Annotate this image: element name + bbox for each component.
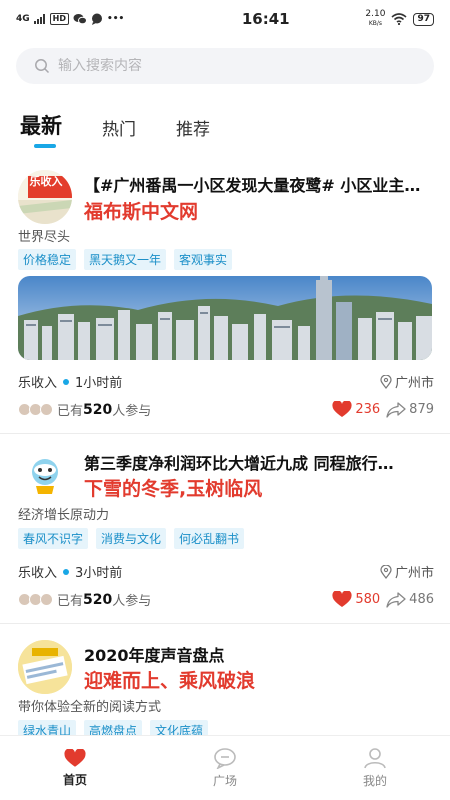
tag-chip[interactable]: 何必乱翻书 xyxy=(174,528,245,549)
post-location: 广州市 xyxy=(380,562,434,581)
tag-chip[interactable]: 春风不识字 xyxy=(18,528,89,549)
net-speed-value: 2.10 xyxy=(365,9,386,19)
wifi-icon xyxy=(391,13,407,25)
participants-prefix: 已有 xyxy=(57,404,84,419)
author-name[interactable]: 乐收入 xyxy=(18,562,57,581)
post-card[interactable]: 乐收入 【#广州番禺一小区发现大量夜鹭# 小区业主称… 福布斯中文网 世界尽头 … xyxy=(0,162,450,434)
location-pin-icon xyxy=(380,564,392,579)
heart-icon xyxy=(64,748,86,767)
post-subtitle: 福布斯中文网 xyxy=(84,201,199,223)
participants-suffix: 人参与 xyxy=(112,404,152,419)
participant-avatars xyxy=(18,403,53,416)
nav-home-label: 首页 xyxy=(62,772,87,787)
tab-bar: 最新 热门 推荐 xyxy=(20,110,250,148)
hd-badge: HD xyxy=(49,13,69,25)
post-avatar xyxy=(18,448,72,502)
avatar-image xyxy=(18,448,72,502)
avatar-image xyxy=(18,640,72,694)
post-meta: 乐收入 1小时前 广州市 xyxy=(18,372,434,391)
post-title[interactable]: 【#广州番禺一小区发现大量夜鹭# 小区业主称… xyxy=(84,172,436,196)
tab-recommend[interactable]: 推荐 xyxy=(176,115,210,140)
participant-avatars xyxy=(18,593,53,606)
post-title[interactable]: 2020年度声音盘点 xyxy=(84,642,436,666)
tab-hot[interactable]: 热门 xyxy=(102,115,136,140)
search-icon xyxy=(35,59,50,74)
heart-icon xyxy=(332,401,352,417)
participation-row: 已有 520 人参与 236 879 xyxy=(18,400,434,419)
signal-label: 4G xyxy=(16,14,30,24)
chat-bubble-icon xyxy=(214,748,236,769)
nav-home[interactable]: 首页 xyxy=(0,736,150,800)
tag-chip[interactable]: 价格稳定 xyxy=(18,249,77,270)
share-arrow-icon xyxy=(386,401,406,418)
nav-profile-label: 我的 xyxy=(362,774,387,788)
more-dots: ••• xyxy=(107,14,125,24)
post-stats: 236 879 xyxy=(332,401,434,418)
post-desc: 世界尽头 xyxy=(18,230,71,245)
city-skyline-image xyxy=(18,276,432,360)
post-time: 3小时前 xyxy=(75,566,123,581)
tag-list: 价格稳定 黑天鹅又一年 客观事实 xyxy=(18,249,233,270)
post-photo[interactable] xyxy=(18,276,432,360)
like-count: 236 xyxy=(355,402,381,417)
status-bar: 4G HD ••• 16:41 2.10 KB/s 97 xyxy=(0,0,450,38)
like-button[interactable]: 580 xyxy=(332,591,380,608)
post-subtitle: 迎难而上、乘风破浪 xyxy=(84,670,256,692)
share-button[interactable]: 879 xyxy=(386,401,434,418)
post-desc: 带你体验全新的阅读方式 xyxy=(18,700,162,715)
share-arrow-icon xyxy=(386,591,406,608)
participation-row: 已有 520 人参与 580 486 xyxy=(18,590,434,609)
tab-latest[interactable]: 最新 xyxy=(20,110,62,140)
like-count: 580 xyxy=(355,592,381,607)
post-feed: 乐收入 【#广州番禺一小区发现大量夜鹭# 小区业主称… 福布斯中文网 世界尽头 … xyxy=(0,162,450,774)
share-count: 879 xyxy=(409,402,434,417)
location-text: 广州市 xyxy=(394,376,434,391)
location-text: 广州市 xyxy=(394,566,434,581)
separator-dot xyxy=(63,378,70,385)
share-count: 486 xyxy=(409,592,434,607)
post-meta: 乐收入 3小时前 广州市 xyxy=(18,562,434,581)
author-name[interactable]: 乐收入 xyxy=(18,372,57,391)
post-location: 广州市 xyxy=(380,372,434,391)
post-avatar: 乐收入 xyxy=(18,170,72,224)
post-desc: 经济增长原动力 xyxy=(18,508,110,523)
net-speed-unit: KB/s xyxy=(368,20,383,27)
post-stats: 580 486 xyxy=(332,591,434,608)
tag-chip[interactable]: 黑天鹅又一年 xyxy=(84,249,167,270)
wechat-icon xyxy=(73,14,87,25)
participants-suffix: 人参与 xyxy=(112,594,152,609)
active-tab-indicator xyxy=(34,144,56,148)
battery-icon: 97 xyxy=(413,12,434,26)
net-speed: 2.10 KB/s xyxy=(365,10,385,28)
post-avatar xyxy=(18,640,72,694)
signal-icon xyxy=(33,14,45,24)
separator-dot xyxy=(63,568,70,575)
message-icon xyxy=(92,13,102,25)
post-subtitle: 下雪的冬季,玉树临风 xyxy=(84,478,263,500)
avatar-badge-text: 乐收入 xyxy=(29,175,63,188)
participants-count: 520 xyxy=(83,401,113,418)
search-bar[interactable] xyxy=(16,48,434,84)
participants-count: 520 xyxy=(83,591,113,608)
post-time: 1小时前 xyxy=(75,376,123,391)
tag-chip[interactable]: 客观事实 xyxy=(174,249,233,270)
participants-prefix: 已有 xyxy=(57,594,84,609)
tag-list: 春风不识字 消费与文化 何必乱翻书 xyxy=(18,528,245,549)
status-right: 2.10 KB/s 97 xyxy=(365,10,434,28)
status-left: 4G HD ••• xyxy=(16,13,186,25)
nav-profile[interactable]: 我的 xyxy=(300,736,450,800)
bottom-nav: 首页 广场 我的 xyxy=(0,735,450,800)
user-icon xyxy=(364,748,386,769)
like-button[interactable]: 236 xyxy=(332,401,380,418)
post-card[interactable]: 第三季度净利润环比大增近九成 同程旅行… 下雪的冬季,玉树临风 经济增长原动力 … xyxy=(0,434,450,624)
share-button[interactable]: 486 xyxy=(386,591,434,608)
heart-icon xyxy=(332,591,352,607)
clock: 16:41 xyxy=(241,10,290,28)
location-pin-icon xyxy=(380,374,392,389)
post-title[interactable]: 第三季度净利润环比大增近九成 同程旅行… xyxy=(84,450,436,474)
nav-square-label: 广场 xyxy=(212,774,237,788)
nav-square[interactable]: 广场 xyxy=(150,736,300,800)
search-input[interactable] xyxy=(58,58,398,74)
tag-chip[interactable]: 消费与文化 xyxy=(96,528,167,549)
